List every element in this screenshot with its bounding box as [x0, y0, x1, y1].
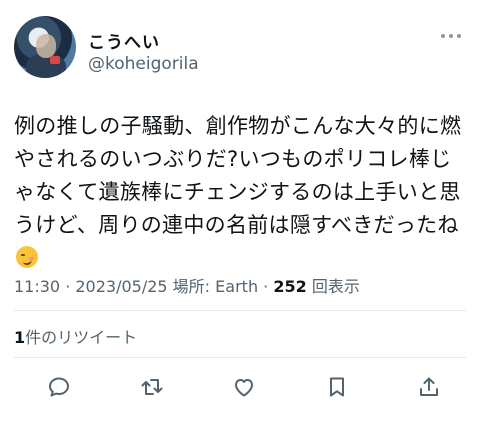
tweet-date[interactable]: 2023/05/25: [75, 277, 167, 296]
tweet-meta: 11:30 · 2023/05/25 場所: Earth · 252 回表示: [14, 273, 360, 297]
tweet-body: 例の推しの子騒動、創作物がこんな大々的に燃やされるのいつぶりだ?いつものポリコレ…: [14, 110, 468, 275]
avatar-accent: [50, 56, 60, 64]
more-icon[interactable]: [438, 28, 464, 44]
reply-button[interactable]: [44, 372, 74, 402]
bookmark-icon: [329, 377, 344, 397]
retweet-button[interactable]: [137, 372, 167, 402]
like-icon: [235, 379, 253, 397]
tweet-header: こうへい @koheigorila: [14, 16, 466, 80]
avatar[interactable]: [14, 16, 76, 78]
tweet-text: 例の推しの子騒動、創作物がこんな大々的に燃やされるのいつぶりだ?いつものポリコレ…: [14, 114, 462, 237]
reply-icon: [49, 377, 69, 397]
bookmark-button[interactable]: [322, 372, 352, 402]
divider: [14, 357, 466, 358]
action-bar: [44, 372, 444, 402]
share-icon: [420, 377, 438, 396]
user-handle[interactable]: @koheigorila: [88, 54, 199, 74]
view-count: 252: [273, 277, 307, 296]
tweet-time[interactable]: 11:30: [14, 277, 60, 296]
retweet-label: 件のリツイート: [25, 328, 138, 347]
retweet-icon: [141, 379, 162, 395]
views-label: 回表示: [306, 277, 360, 296]
divider: [14, 310, 466, 311]
like-button[interactable]: [229, 372, 259, 402]
avatar-face: [36, 34, 56, 58]
location-label: 場所:: [167, 277, 216, 296]
meta-separator: ·: [258, 277, 274, 296]
retweet-summary[interactable]: 1件のリツイート: [14, 324, 137, 348]
meta-separator: ·: [60, 277, 76, 296]
woozy-face-emoji-icon: [16, 246, 38, 268]
share-button[interactable]: [414, 372, 444, 402]
display-name[interactable]: こうへい: [88, 28, 160, 53]
tweet-location: Earth: [215, 277, 259, 296]
retweet-count: 1: [14, 328, 26, 347]
